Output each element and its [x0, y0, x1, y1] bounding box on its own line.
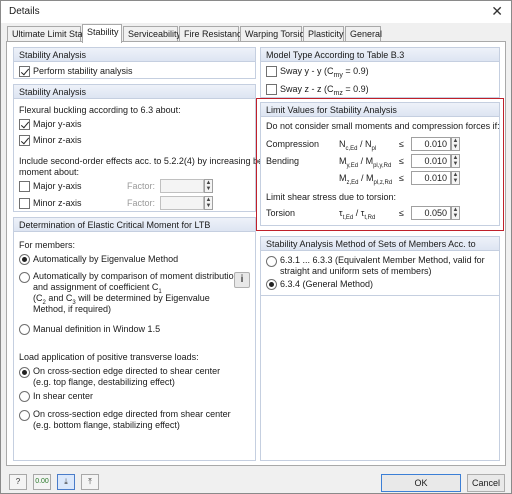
factor-label-z: Factor: — [127, 198, 156, 208]
cancel-button[interactable]: Cancel — [467, 474, 505, 492]
manual-definition-label: Manual definition in Window 1.5 — [33, 324, 161, 334]
second-order-major-label: Major y-axis — [33, 181, 82, 191]
equivalent-member-method-radio[interactable] — [266, 256, 277, 267]
ok-button[interactable]: OK — [381, 474, 461, 492]
flexural-text: Flexural buckling according to 6.3 about… — [19, 105, 181, 115]
group-header: Stability Analysis Method of Sets of Mem… — [261, 237, 499, 251]
tab-general[interactable]: General — [345, 26, 382, 42]
load-to-shear-center-label: On cross-section edge directed to shear … — [33, 366, 221, 376]
minor-z-axis-checkbox[interactable] — [19, 135, 30, 146]
tab-ultimate-limit-state[interactable]: Ultimate Limit State — [7, 26, 90, 42]
in-shear-center-label: In shear center — [33, 391, 94, 401]
moment-distribution-radio[interactable] — [19, 272, 30, 283]
info-icon[interactable]: i — [234, 272, 250, 288]
model-type-group: Model Type According to Table B.3 Sway y… — [260, 47, 500, 98]
equivalent-member-method-label: 6.3.1 ... 6.3.3 (Equivalent Member Metho… — [280, 255, 485, 265]
eigenvalue-method-label: Automatically by Eigenvalue Method — [33, 254, 179, 264]
group-header: Stability Analysis — [14, 85, 255, 99]
zero-decimals-button[interactable]: 0.00 — [33, 474, 51, 490]
sway-z-checkbox[interactable] — [266, 84, 277, 95]
in-shear-center-radio[interactable] — [19, 391, 30, 402]
details-dialog: Details ✕ Ultimate Limit State Stability… — [0, 0, 512, 494]
stability-tab-panel: Stability Analysis Perform stability ana… — [6, 41, 506, 466]
include-second-order-text-2: moment about: — [19, 167, 80, 177]
factor-z-spinner[interactable]: ▲ ▼ — [204, 196, 213, 210]
highlight-frame — [256, 98, 504, 231]
factor-y-input[interactable] — [160, 179, 204, 193]
include-second-order-text: Include second-order effects acc. to 5.2… — [19, 156, 285, 166]
flexural-buckling-group: Stability Analysis Flexural buckling acc… — [13, 84, 285, 212]
factor-z-input[interactable] — [160, 196, 204, 210]
title-bar: Details ✕ — [1, 1, 511, 23]
perform-stability-label: Perform stability analysis — [33, 66, 133, 76]
load-settings-icon[interactable]: ⤒ — [81, 474, 99, 490]
second-order-minor-label: Minor z-axis — [33, 198, 82, 208]
close-icon[interactable]: ✕ — [491, 4, 503, 18]
moment-distribution-label-4: Method, if required) — [33, 304, 112, 314]
eigenvalue-method-radio[interactable] — [19, 254, 30, 265]
factor-y-spinner[interactable]: ▲ ▼ — [204, 179, 213, 193]
load-from-shear-center-radio[interactable] — [19, 410, 30, 421]
help-icon[interactable]: ? — [9, 474, 27, 490]
group-header: Determination of Elastic Critical Moment… — [14, 218, 255, 232]
tab-stability[interactable]: Stability — [82, 24, 122, 43]
window-title: Details — [9, 6, 40, 17]
major-y-axis-label: Major y-axis — [33, 119, 82, 129]
major-y-axis-checkbox[interactable] — [19, 119, 30, 130]
moment-distribution-label: Automatically by comparison of moment di… — [33, 271, 239, 281]
second-order-major-checkbox[interactable] — [19, 181, 30, 192]
sets-of-members-method-group: Stability Analysis Method of Sets of Mem… — [260, 236, 500, 461]
tab-fire-resistance[interactable]: Fire Resistance — [179, 26, 247, 42]
group-header: Model Type According to Table B.3 — [261, 48, 499, 62]
tab-serviceability[interactable]: Serviceability — [123, 26, 181, 42]
general-method-label: 6.3.4 (General Method) — [280, 279, 374, 289]
dialog-footer: ? 0.00 ⤓ ⤒ OK Cancel — [1, 469, 511, 493]
tab-warping-torsion[interactable]: Warping Torsion — [240, 26, 310, 42]
tab-plasticity[interactable]: Plasticity — [303, 26, 344, 42]
load-application-text: Load application of positive transverse … — [19, 352, 199, 362]
elastic-critical-moment-group: Determination of Elastic Critical Moment… — [13, 217, 256, 461]
sway-y-checkbox[interactable] — [266, 66, 277, 77]
factor-label-y: Factor: — [127, 181, 156, 191]
second-order-minor-checkbox[interactable] — [19, 198, 30, 209]
minor-z-axis-label: Minor z-axis — [33, 135, 82, 145]
equivalent-member-method-label-2: straight and uniform sets of members) — [280, 266, 432, 276]
general-method-radio[interactable] — [266, 279, 277, 290]
load-from-shear-center-label: On cross-section edge directed from shea… — [33, 409, 231, 419]
save-settings-icon[interactable]: ⤓ — [57, 474, 75, 490]
sway-y-label: Sway y - y (Cmy = 0.9) — [280, 66, 369, 79]
divider — [261, 295, 499, 296]
group-header: Stability Analysis — [14, 48, 255, 62]
for-members-text: For members: — [19, 240, 76, 250]
load-to-shear-center-label-2: (e.g. top flange, destabilizing effect) — [33, 377, 175, 387]
perform-stability-checkbox[interactable] — [19, 66, 30, 77]
stability-analysis-group: Stability Analysis Perform stability ana… — [13, 47, 256, 79]
load-from-shear-center-label-2: (e.g. bottom flange, stabilizing effect) — [33, 420, 180, 430]
sway-z-label: Sway z - z (Cmz = 0.9) — [280, 84, 369, 97]
manual-definition-radio[interactable] — [19, 324, 30, 335]
load-to-shear-center-radio[interactable] — [19, 367, 30, 378]
